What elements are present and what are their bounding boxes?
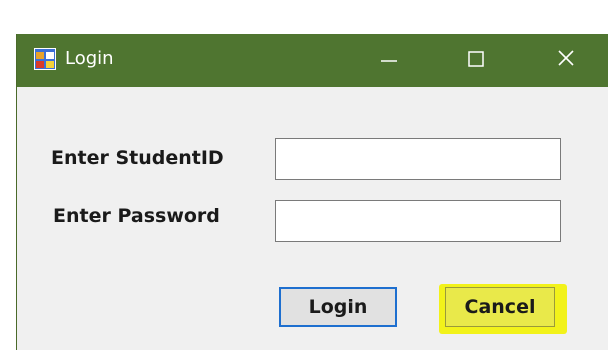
student-id-input[interactable] xyxy=(275,138,561,180)
window-title: Login xyxy=(65,48,114,69)
close-icon xyxy=(558,50,574,66)
password-input[interactable] xyxy=(275,200,561,242)
minimize-icon xyxy=(381,60,397,62)
login-window: Login Enter StudentID Enter Password Log… xyxy=(16,34,608,350)
password-label: Enter Password xyxy=(53,205,220,227)
minimize-button[interactable] xyxy=(357,34,417,87)
student-id-label: Enter StudentID xyxy=(51,147,224,169)
cancel-button[interactable]: Cancel xyxy=(445,287,555,327)
login-button[interactable]: Login xyxy=(279,287,397,327)
form-app-icon xyxy=(34,48,56,70)
maximize-icon xyxy=(468,51,484,67)
close-button[interactable] xyxy=(535,34,595,87)
title-bar[interactable]: Login xyxy=(17,34,608,87)
maximize-button[interactable] xyxy=(447,34,507,87)
